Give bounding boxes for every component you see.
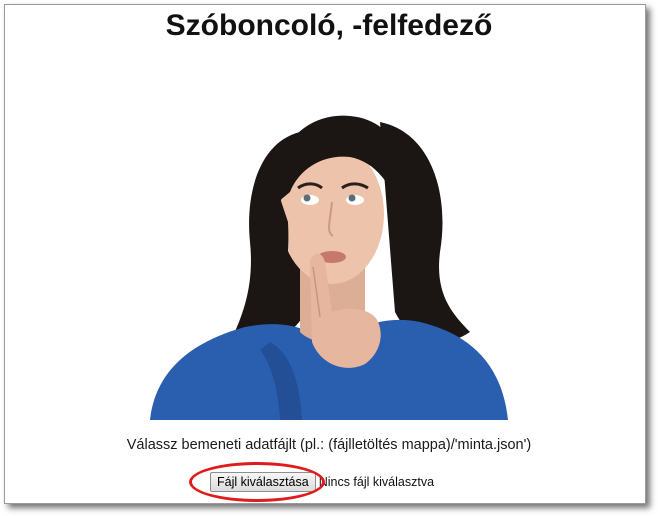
file-instruction-text: Válassz bemeneti adatfájlt (pl.: (fájlle…	[126, 437, 532, 453]
no-file-selected-text: Nincs fájl kiválasztva	[318, 475, 435, 489]
choose-file-button[interactable]: Fájl kiválasztása	[210, 472, 316, 492]
page-title: Szóboncoló, -felfedező	[165, 9, 493, 42]
thinking-woman-image	[150, 102, 510, 420]
file-input[interactable]: Fájl kiválasztása Nincs fájl kiválasztva	[210, 471, 434, 493]
